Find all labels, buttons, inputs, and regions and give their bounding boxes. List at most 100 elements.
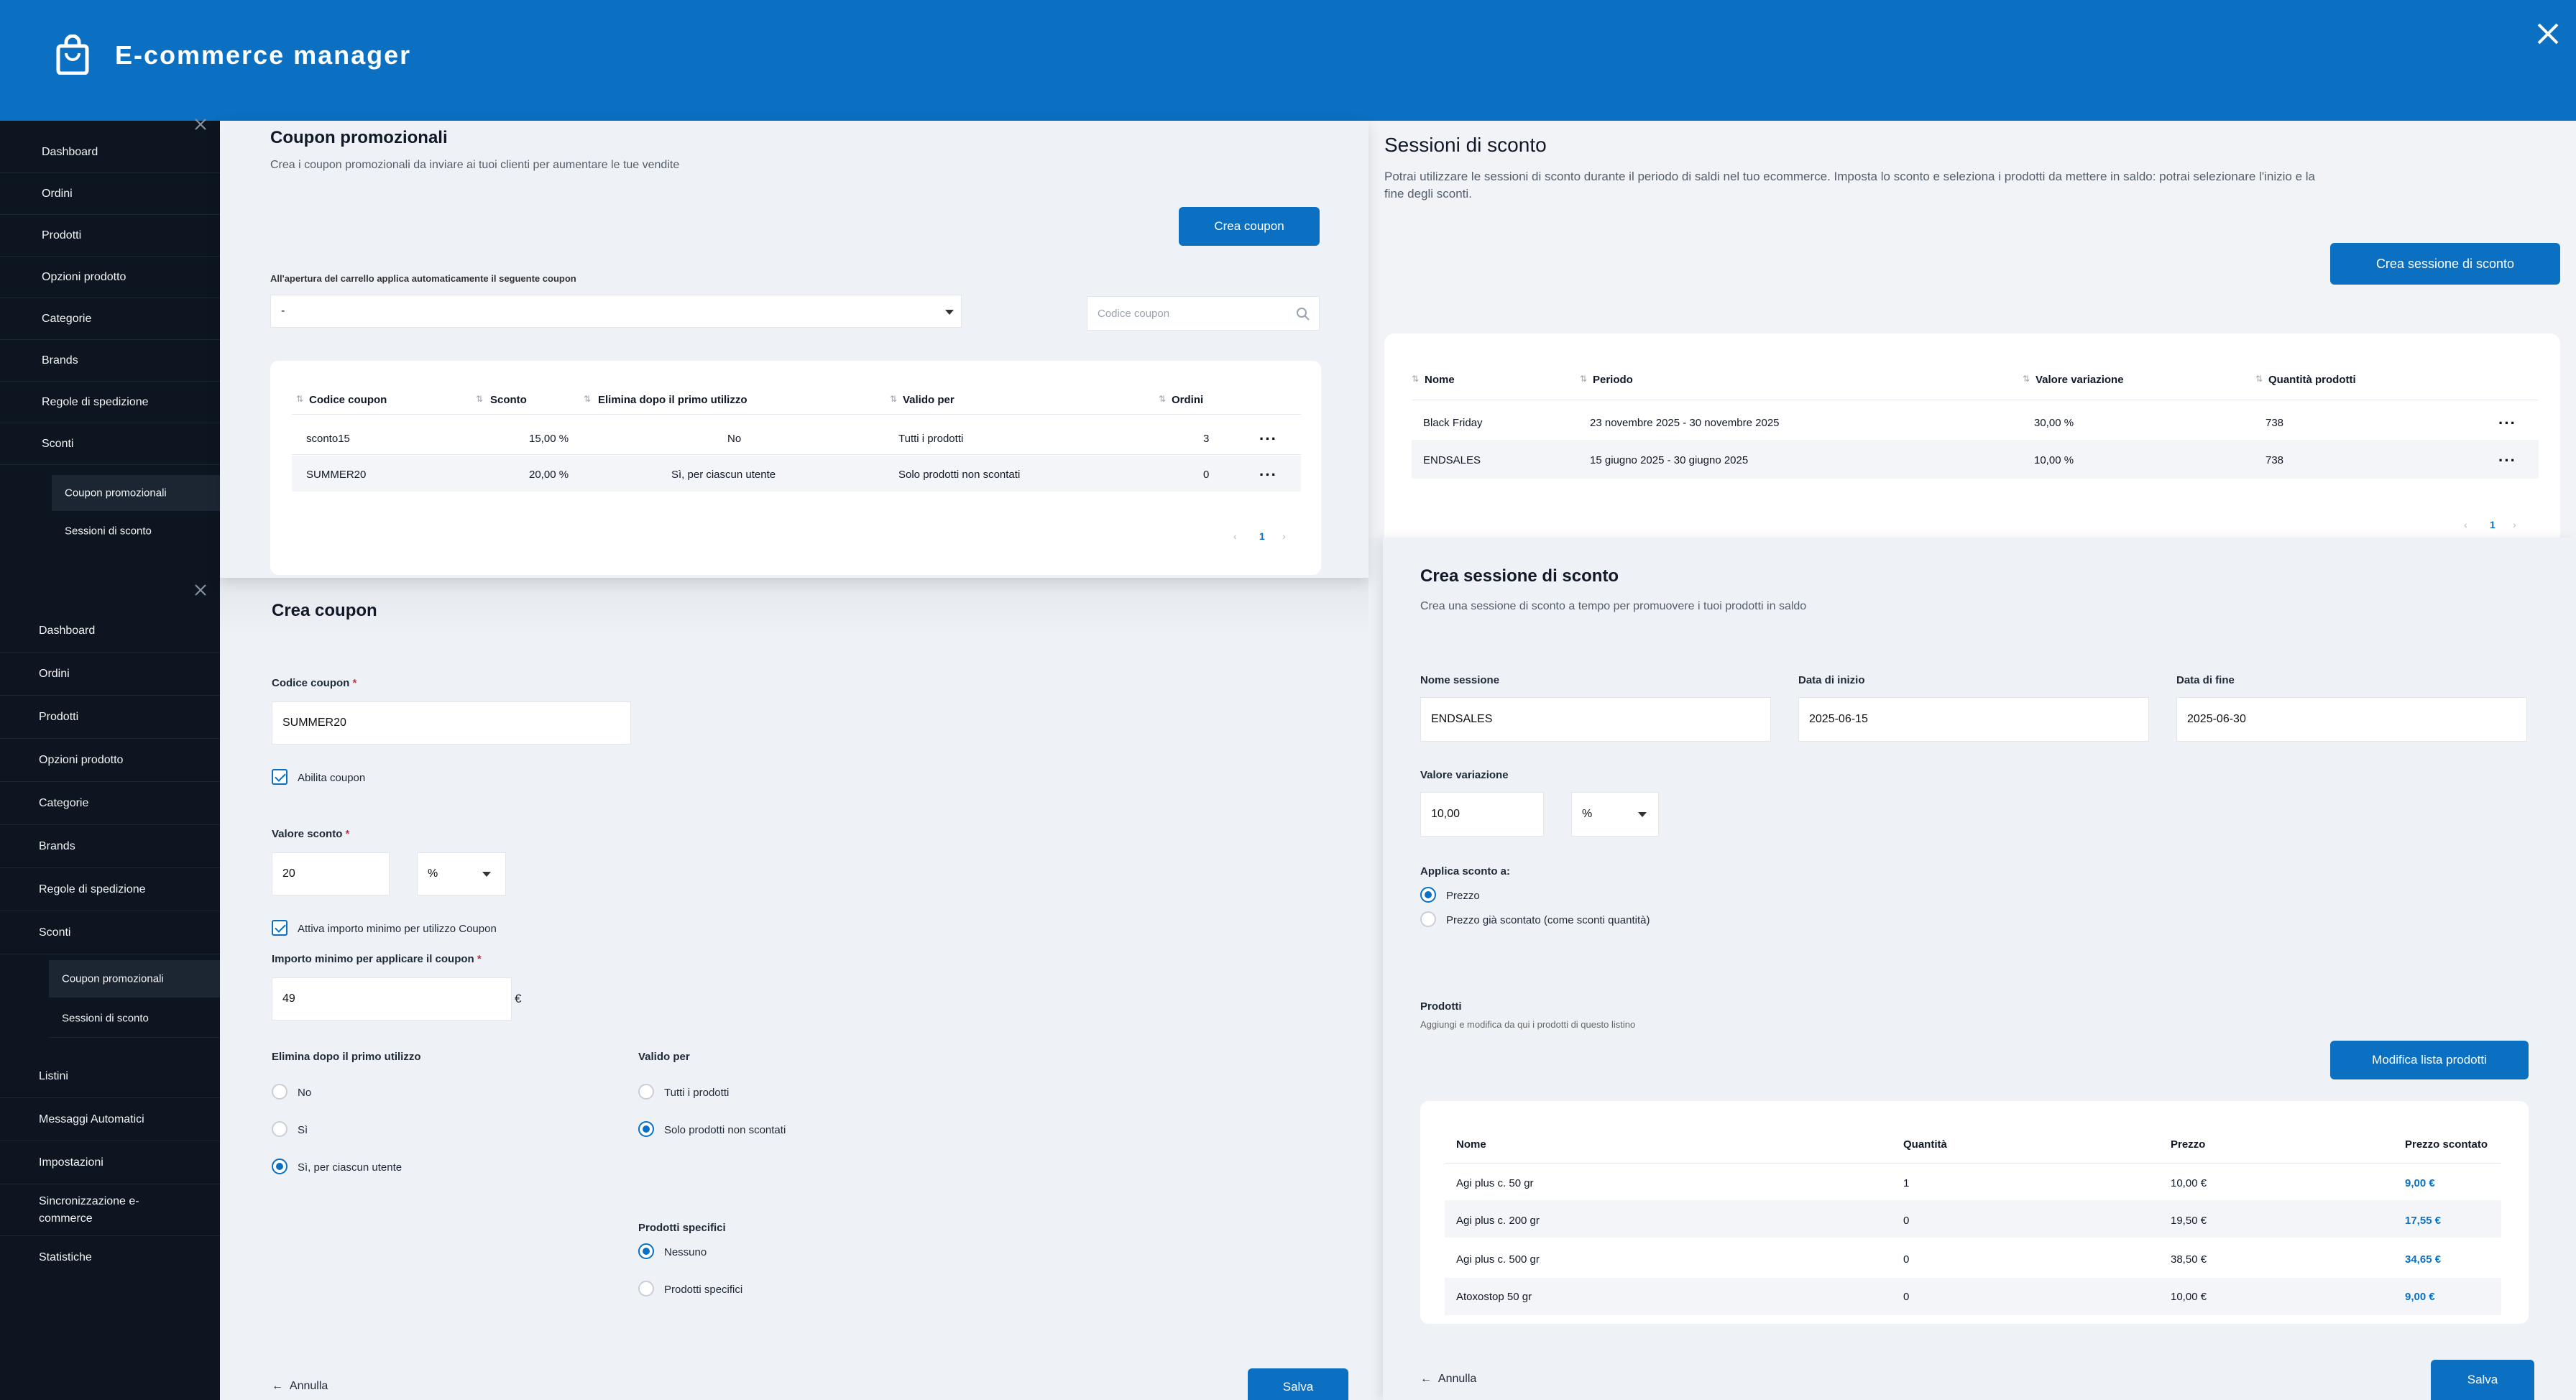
sidebar-item-ordini[interactable]: Ordini (0, 173, 220, 215)
sidebar-item-statistiche[interactable]: Statistiche (0, 1236, 220, 1279)
close-icon[interactable] (2533, 19, 2563, 49)
column-header[interactable]: Codice coupon (309, 394, 387, 406)
more-options-icon[interactable]: ··· (2498, 415, 2516, 431)
sort-icon[interactable]: ⇅ (476, 394, 483, 404)
sidebar-item-brands[interactable]: Brands (0, 825, 220, 868)
sort-icon[interactable]: ⇅ (2023, 374, 2030, 384)
delete-after-radio-per-user[interactable] (272, 1159, 288, 1174)
create-coupon-button[interactable]: Crea coupon (1179, 207, 1320, 246)
save-button[interactable]: Salva (1248, 1368, 1348, 1400)
column-header[interactable]: Periodo (1593, 374, 1633, 386)
apply-radio-discounted-price[interactable] (1420, 911, 1436, 927)
column-header[interactable]: Sconto (490, 394, 527, 406)
cancel-link[interactable]: ← Annulla (1420, 1373, 1476, 1386)
next-page-icon[interactable]: › (2513, 519, 2516, 530)
variation-unit-select[interactable]: % (1571, 792, 1659, 837)
apply-radio-price[interactable] (1420, 887, 1436, 903)
more-options-icon[interactable]: ··· (1259, 431, 1277, 447)
sidebar-item-opzioni-prodotto[interactable]: Opzioni prodotto (0, 739, 220, 782)
end-date-input[interactable]: 2025-06-30 (2176, 697, 2527, 742)
min-amount-checkbox[interactable] (272, 920, 288, 936)
cancel-link[interactable]: ← Annulla (272, 1380, 328, 1393)
create-session-button[interactable]: Crea sessione di sconto (2330, 243, 2560, 285)
arrow-left-icon: ← (272, 1380, 283, 1392)
discount-value-input[interactable]: 20 (272, 852, 390, 895)
min-amount-label: Importo minimo per applicare il coupon * (272, 953, 482, 965)
more-options-icon[interactable]: ··· (1259, 467, 1277, 483)
sort-icon[interactable]: ⇅ (1412, 374, 1419, 384)
sort-icon[interactable]: ⇅ (1159, 394, 1166, 404)
start-date-input[interactable]: 2025-06-15 (1798, 697, 2149, 742)
table-row[interactable]: SUMMER20 20,00 % Sì, per ciascun utente … (292, 456, 1301, 492)
column-header[interactable]: Nome (1425, 374, 1455, 386)
auto-apply-select[interactable]: - (270, 295, 962, 328)
column-header: Quantità (1903, 1138, 1947, 1151)
close-sidebar-icon[interactable] (193, 582, 208, 598)
sidebar-item-opzioni-prodotto[interactable]: Opzioni prodotto (0, 257, 220, 298)
sidebar-subitem-coupon[interactable]: Coupon promozionali (49, 960, 220, 998)
prev-page-icon[interactable]: ‹ (2464, 519, 2467, 530)
coupon-code-input[interactable]: SUMMER20 (272, 701, 631, 745)
sidebar-subitem-sessioni[interactable]: Sessioni di sconto (52, 512, 220, 550)
delete-after-radio-no[interactable] (272, 1084, 288, 1100)
valid-for-radio-not-discounted[interactable] (638, 1121, 654, 1137)
sidebar-item-categorie[interactable]: Categorie (0, 782, 220, 825)
column-header[interactable]: Valido per (903, 394, 954, 406)
sidebar-subitem-sessioni[interactable]: Sessioni di sconto (49, 999, 220, 1038)
sidebar-item-messaggi[interactable]: Messaggi Automatici (0, 1098, 220, 1141)
cell-price: 10,00 € (2171, 1177, 2207, 1189)
cell-name: Agi plus c. 50 gr (1456, 1177, 1534, 1189)
table-row[interactable]: ENDSALES 15 giugno 2025 - 30 giugno 2025… (1412, 440, 2539, 479)
discount-unit-select[interactable]: % (417, 852, 506, 895)
sidebar-item-prodotti[interactable]: Prodotti (0, 215, 220, 257)
cell-code: SUMMER20 (306, 469, 367, 481)
variation-input[interactable]: 10,00 (1420, 792, 1544, 837)
sort-icon[interactable]: ⇅ (2255, 374, 2263, 384)
sidebar-item-sincronizzazione[interactable]: Sincronizzazione e-commerce (0, 1184, 220, 1236)
column-header[interactable]: Elimina dopo il primo utilizzo (598, 394, 748, 406)
radio-label: Solo prodotti non scontati (664, 1124, 786, 1136)
delete-after-radio-si[interactable] (272, 1121, 288, 1137)
sort-icon[interactable]: ⇅ (584, 394, 591, 404)
column-header[interactable]: Ordini (1172, 394, 1203, 406)
delete-after-label: Elimina dopo il primo utilizzo (272, 1051, 421, 1063)
specific-radio-products[interactable] (638, 1281, 654, 1297)
sort-icon[interactable]: ⇅ (296, 394, 303, 404)
create-coupon-panel: Crea coupon Codice coupon * SUMMER20 Abi… (220, 578, 1368, 1400)
min-amount-input[interactable]: 49 (272, 977, 512, 1021)
sidebar-item-categorie[interactable]: Categorie (0, 298, 220, 340)
page-title: Sessioni di sconto (1384, 134, 1547, 156)
page-number[interactable]: 1 (2490, 519, 2496, 530)
search-input[interactable]: Codice coupon (1087, 296, 1320, 331)
session-name-input[interactable]: ENDSALES (1420, 697, 1771, 742)
sidebar-item-ordini[interactable]: Ordini (0, 653, 220, 696)
sidebar-item-listini[interactable]: Listini (0, 1055, 220, 1098)
sidebar-item-brands[interactable]: Brands (0, 340, 220, 382)
sidebar-item-regole-spedizione[interactable]: Regole di spedizione (0, 868, 220, 911)
more-options-icon[interactable]: ··· (2498, 453, 2516, 469)
sidebar-item-regole-spedizione[interactable]: Regole di spedizione (0, 382, 220, 423)
app-header: E-commerce manager (0, 0, 2576, 121)
enable-coupon-checkbox[interactable] (272, 769, 288, 785)
column-header[interactable]: Valore variazione (2036, 374, 2124, 386)
sidebar-item-dashboard[interactable]: Dashboard (0, 132, 220, 173)
specific-radio-none[interactable] (638, 1243, 654, 1259)
sidebar-item-impostazioni[interactable]: Impostazioni (0, 1141, 220, 1184)
valid-for-radio-all[interactable] (638, 1084, 654, 1100)
save-button[interactable]: Salva (2431, 1360, 2534, 1400)
cell-orders: 3 (1203, 433, 1210, 445)
next-page-icon[interactable]: › (1282, 530, 1286, 542)
sidebar-subitem-coupon[interactable]: Coupon promozionali (52, 475, 220, 511)
sidebar-item-sconti[interactable]: Sconti (0, 911, 220, 954)
page-number[interactable]: 1 (1259, 530, 1265, 542)
edit-products-button[interactable]: Modifica lista prodotti (2330, 1041, 2529, 1079)
sidebar-item-prodotti[interactable]: Prodotti (0, 696, 220, 739)
column-header[interactable]: Quantità prodotti (2268, 374, 2356, 386)
sort-icon[interactable]: ⇅ (890, 394, 897, 404)
sidebar-item-sconti[interactable]: Sconti (0, 423, 220, 465)
close-sidebar-icon[interactable] (193, 116, 208, 132)
radio-label: Prezzo già scontato (come sconti quantit… (1446, 914, 1650, 926)
sidebar-item-dashboard[interactable]: Dashboard (0, 609, 220, 653)
sort-icon[interactable]: ⇅ (1580, 374, 1587, 384)
prev-page-icon[interactable]: ‹ (1233, 530, 1237, 542)
